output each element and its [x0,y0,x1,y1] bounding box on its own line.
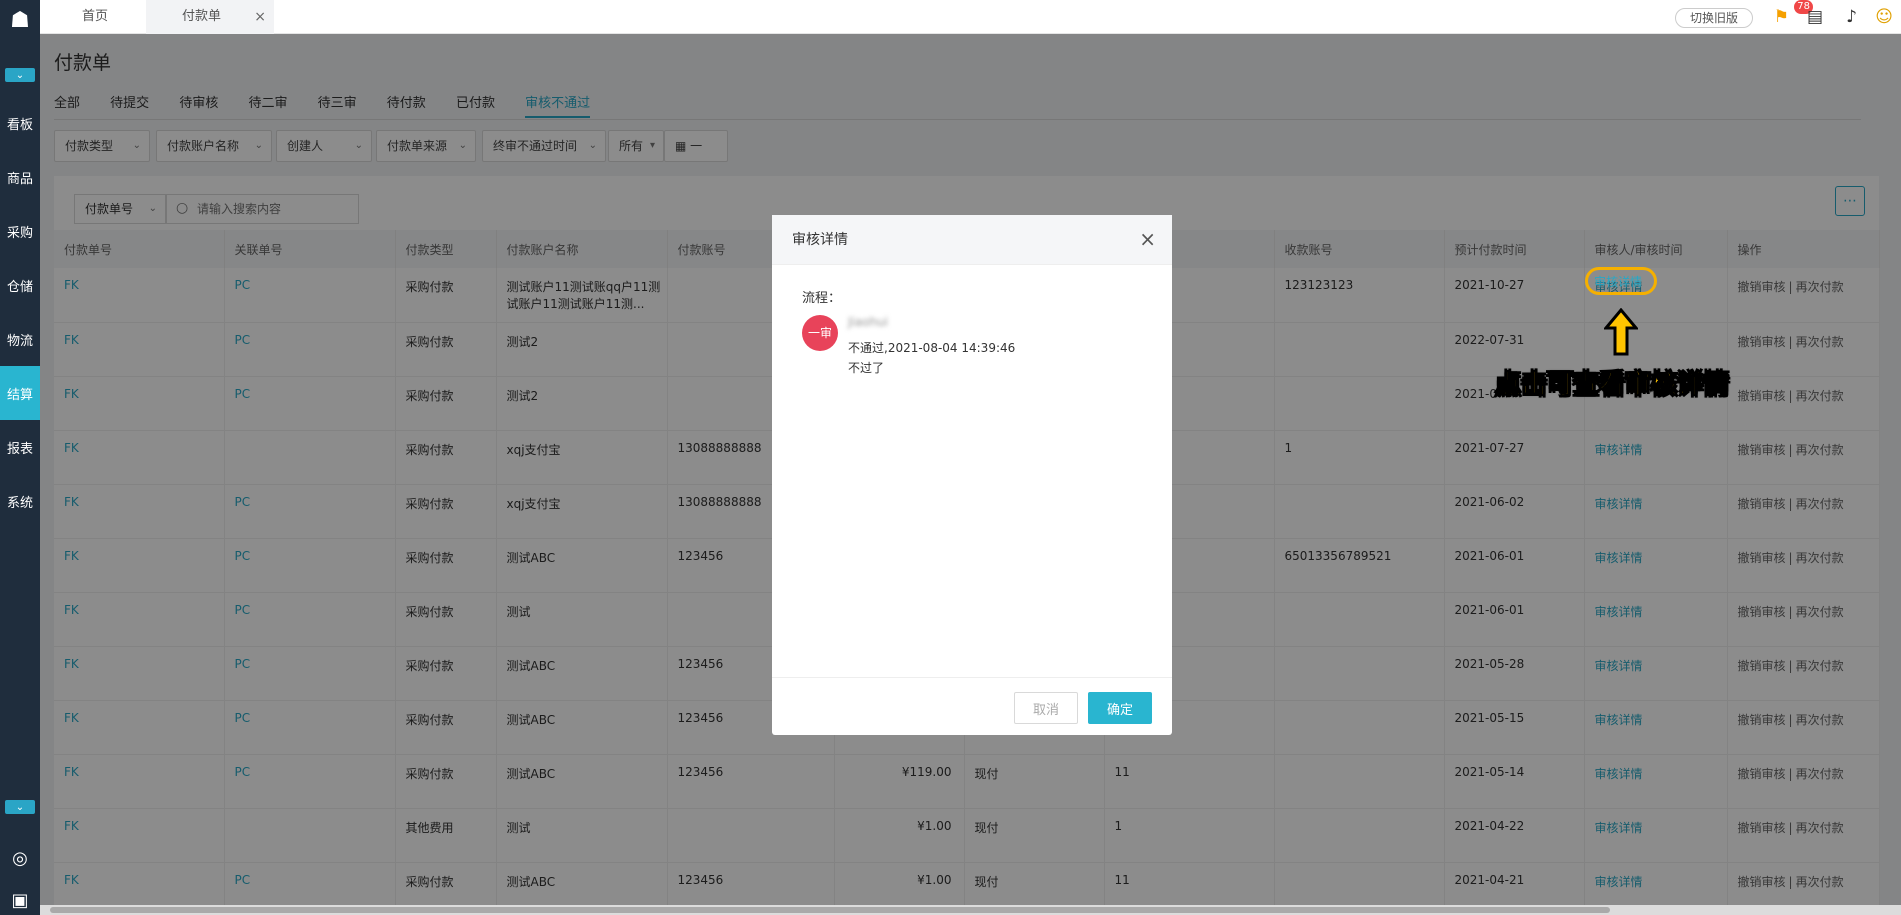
topbar: 首页 付款单 × 切换旧版 ⚑ 78 ▤ ♪ ☺ [40,0,1901,34]
gift-icon[interactable]: ▣ [0,890,40,911]
chevron-down-icon[interactable]: ⌄ [5,68,35,82]
sidebar-item-logistics[interactable]: 物流 [0,312,40,366]
audit-remark: 不过了 [848,361,885,375]
help-icon[interactable]: ◎ [0,848,40,869]
sidebar-item-reports[interactable]: 报表 [0,420,40,474]
switch-old-version-button[interactable]: 切换旧版 [1674,8,1753,28]
audit-result: 不通过,2021-08-04 14:39:46 [848,341,1016,355]
bell-icon[interactable]: ♪ [1846,7,1857,27]
sidebar-item-system[interactable]: 系统 [0,474,40,528]
close-icon[interactable]: × [254,0,266,34]
audit-detail-dialog: 审核详情 × 流程： 一审 Jiaohui 不通过,2021-08-04 14:… [772,215,1172,735]
arrow-up-icon [1604,308,1638,356]
scrollbar-thumb[interactable] [50,907,1610,913]
logo-icon: ☗ [10,7,30,33]
sidebar-item-products[interactable]: 商品 [0,150,40,204]
annotation-highlight[interactable]: 审核详情 [1585,267,1657,295]
sidebar: ☗ ⌄ 看板 商品 采购 仓储 物流 结算 报表 系统 ⌄ ◎ ▣ [0,0,40,915]
horizontal-scrollbar[interactable] [40,905,1901,915]
approver-name: Jiaohui [848,315,889,329]
cancel-button[interactable]: 取消 [1014,692,1078,724]
confirm-button[interactable]: 确定 [1088,692,1152,724]
flow-label: 流程： [802,291,842,306]
dialog-footer: 取消 确定 [772,677,1172,735]
tab-home[interactable]: 首页 [82,0,108,34]
sidebar-item-purchase[interactable]: 采购 [0,204,40,258]
chevron-down-icon[interactable]: ⌄ [5,800,35,814]
document-icon[interactable]: ▤ [1807,7,1823,27]
dialog-title: 审核详情 [772,215,1172,265]
step-badge: 一审 [802,315,838,351]
flag-icon[interactable]: ⚑ [1774,7,1789,27]
sidebar-item-settlement[interactable]: 结算 [0,366,40,420]
sidebar-item-warehouse[interactable]: 仓储 [0,258,40,312]
annotation-callout: 点击可查看审核详情 [1494,370,1730,401]
tab-payment-label: 付款单 [182,9,222,24]
sidebar-item-dashboard[interactable]: 看板 [0,96,40,150]
tab-payment[interactable]: 付款单 × [146,0,274,34]
close-icon[interactable]: × [1139,227,1156,251]
user-avatar-icon[interactable]: ☺ [1875,7,1893,27]
